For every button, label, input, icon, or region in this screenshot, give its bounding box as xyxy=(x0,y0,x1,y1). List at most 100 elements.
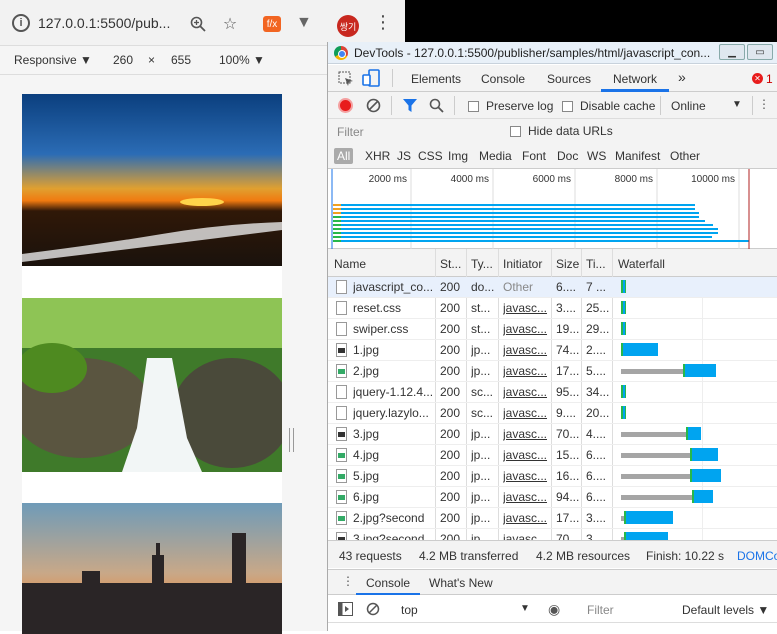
column-type[interactable]: Ty... xyxy=(471,257,493,271)
hide-data-urls-label[interactable]: Hide data URLs xyxy=(528,124,613,138)
cell-name[interactable]: 4.jpg xyxy=(353,448,433,462)
tab-sources[interactable]: Sources xyxy=(547,72,591,86)
cell-initiator[interactable]: Other xyxy=(503,280,549,294)
cell-name[interactable]: jquery.lazylo... xyxy=(353,406,433,420)
cell-name[interactable]: javascript_co... xyxy=(353,280,433,294)
column-name[interactable]: Name xyxy=(334,257,366,271)
table-row[interactable]: 5.jpg 200 jp... javasc... 16... 6.... xyxy=(328,466,777,487)
type-filter-ws[interactable]: WS xyxy=(587,149,606,163)
profile-avatar[interactable]: 쌍기 xyxy=(337,15,359,37)
cell-name[interactable]: 6.jpg xyxy=(353,490,433,504)
type-filter-css[interactable]: CSS xyxy=(418,149,443,163)
table-row[interactable]: 2.jpg?second 200 jp... javasc... 17... 3.... xyxy=(328,508,777,529)
cell-initiator[interactable]: javasc... xyxy=(503,469,549,483)
drawer-tab-console[interactable]: Console xyxy=(366,576,410,590)
cell-initiator[interactable]: javasc... xyxy=(503,490,549,504)
info-icon[interactable]: i xyxy=(12,14,30,32)
more-tabs-button[interactable]: » xyxy=(678,69,686,85)
console-sidebar-icon[interactable] xyxy=(338,602,353,619)
zoom-icon[interactable] xyxy=(188,14,208,34)
console-clear-icon[interactable] xyxy=(366,602,380,619)
console-filter-input[interactable]: Filter xyxy=(587,603,614,617)
cell-initiator[interactable]: javasc... xyxy=(503,406,549,420)
cell-name[interactable]: 3.jpg?second xyxy=(353,532,433,540)
table-row[interactable]: jquery.lazylo... 200 sc... javasc... 9.... 20… xyxy=(328,403,777,424)
table-row[interactable]: javascript_co... 200 do... Other 6.... 7 ... xyxy=(328,277,777,298)
type-filter-js[interactable]: JS xyxy=(397,149,411,163)
device-mode-select[interactable]: Responsive ▼ xyxy=(14,53,92,67)
record-button[interactable] xyxy=(338,98,353,113)
cell-initiator[interactable]: javasc... xyxy=(503,322,549,336)
throttle-select[interactable]: Online xyxy=(671,99,706,113)
table-row[interactable]: 6.jpg 200 jp... javasc... 94... 6.... xyxy=(328,487,777,508)
preserve-log-checkbox[interactable] xyxy=(468,99,479,113)
cell-initiator[interactable]: javasc... xyxy=(503,532,549,540)
column-waterfall[interactable]: Waterfall xyxy=(618,257,665,271)
device-width-input[interactable]: 260 xyxy=(113,53,133,67)
minimize-button[interactable]: ▁ xyxy=(719,44,745,60)
viewport-resize-handle[interactable] xyxy=(289,428,294,452)
cell-name[interactable]: jquery-1.12.4... xyxy=(353,385,433,399)
cell-name[interactable]: swiper.css xyxy=(353,322,433,336)
bookmark-star-icon[interactable]: ☆ xyxy=(220,14,240,34)
device-zoom-select[interactable]: 100% ▼ xyxy=(219,53,265,67)
type-filter-other[interactable]: Other xyxy=(670,149,700,163)
filter-icon[interactable] xyxy=(402,98,418,116)
table-row[interactable]: swiper.css 200 st... javasc... 19... 29... xyxy=(328,319,777,340)
maximize-button[interactable]: ▭ xyxy=(747,44,773,60)
column-initiator[interactable]: Initiator xyxy=(503,257,542,271)
extension-fx-icon[interactable]: f/x xyxy=(263,16,281,32)
column-size[interactable]: Size xyxy=(556,257,579,271)
context-chevron-down-icon[interactable]: ▼ xyxy=(520,603,530,614)
error-icon[interactable]: ✕ xyxy=(752,73,763,84)
console-context-select[interactable]: top xyxy=(401,603,418,617)
cell-initiator[interactable]: javasc... xyxy=(503,301,549,315)
eye-icon[interactable]: ◉ xyxy=(548,601,560,618)
log-levels-select[interactable]: Default levels ▼ xyxy=(682,603,769,617)
tab-elements[interactable]: Elements xyxy=(411,72,461,86)
type-filter-font[interactable]: Font xyxy=(522,149,546,163)
table-row[interactable]: 3.jpg?second 200 jp... javasc... 70... 3.... xyxy=(328,529,777,540)
page-content[interactable] xyxy=(22,94,282,634)
browser-menu-icon[interactable]: ⋮ xyxy=(374,12,392,33)
network-settings-icon[interactable]: ⋮ xyxy=(758,97,770,111)
cell-name[interactable]: 5.jpg xyxy=(353,469,433,483)
inspect-element-icon[interactable] xyxy=(338,71,354,90)
cell-initiator[interactable]: javasc... xyxy=(503,511,549,525)
url-text[interactable]: 127.0.0.1:5500/pub... xyxy=(38,15,170,31)
drawer-menu-icon[interactable]: ⋮ xyxy=(342,574,354,588)
table-row[interactable]: jquery-1.12.4... 200 sc... javasc... 95... 34… xyxy=(328,382,777,403)
clear-icon[interactable] xyxy=(366,98,381,116)
type-filter-media[interactable]: Media xyxy=(479,149,512,163)
cell-name[interactable]: 1.jpg xyxy=(353,343,433,357)
cell-initiator[interactable]: javasc... xyxy=(503,448,549,462)
chevron-down-icon[interactable]: ▼ xyxy=(732,99,742,110)
tab-network[interactable]: Network xyxy=(613,72,657,86)
disable-cache-label[interactable]: Disable cache xyxy=(580,99,655,113)
table-row[interactable]: 3.jpg 200 jp... javasc... 70... 4.... xyxy=(328,424,777,445)
cell-initiator[interactable]: javasc... xyxy=(503,343,549,357)
cell-name[interactable]: reset.css xyxy=(353,301,433,315)
type-filter-all[interactable]: All xyxy=(334,148,354,164)
type-filter-manifest[interactable]: Manifest xyxy=(615,149,660,163)
hide-data-urls-checkbox[interactable] xyxy=(510,124,521,138)
type-filter-xhr[interactable]: XHR xyxy=(365,149,390,163)
cell-name[interactable]: 2.jpg?second xyxy=(353,511,433,525)
table-row[interactable]: 4.jpg 200 jp... javasc... 15... 6.... xyxy=(328,445,777,466)
disable-cache-checkbox[interactable] xyxy=(562,99,573,113)
search-icon[interactable] xyxy=(429,98,444,116)
preserve-log-label[interactable]: Preserve log xyxy=(486,99,553,113)
cell-name[interactable]: 3.jpg xyxy=(353,427,433,441)
cell-name[interactable]: 2.jpg xyxy=(353,364,433,378)
cell-initiator[interactable]: javasc... xyxy=(503,427,549,441)
error-count[interactable]: 1 xyxy=(766,72,773,86)
column-time[interactable]: Ti... xyxy=(586,257,606,271)
extension-v-icon[interactable]: ▼ xyxy=(296,14,312,32)
type-filter-img[interactable]: Img xyxy=(448,149,468,163)
table-row[interactable]: 1.jpg 200 jp... javasc... 74... 2.... xyxy=(328,340,777,361)
timeline-overview[interactable]: 2000 ms 4000 ms 6000 ms 8000 ms 10000 ms xyxy=(328,169,777,249)
filter-input[interactable]: Filter xyxy=(337,125,364,139)
device-height-input[interactable]: 655 xyxy=(171,53,191,67)
drawer-tab-whats-new[interactable]: What's New xyxy=(429,576,493,590)
table-row[interactable]: 2.jpg 200 jp... javasc... 17... 5.... xyxy=(328,361,777,382)
